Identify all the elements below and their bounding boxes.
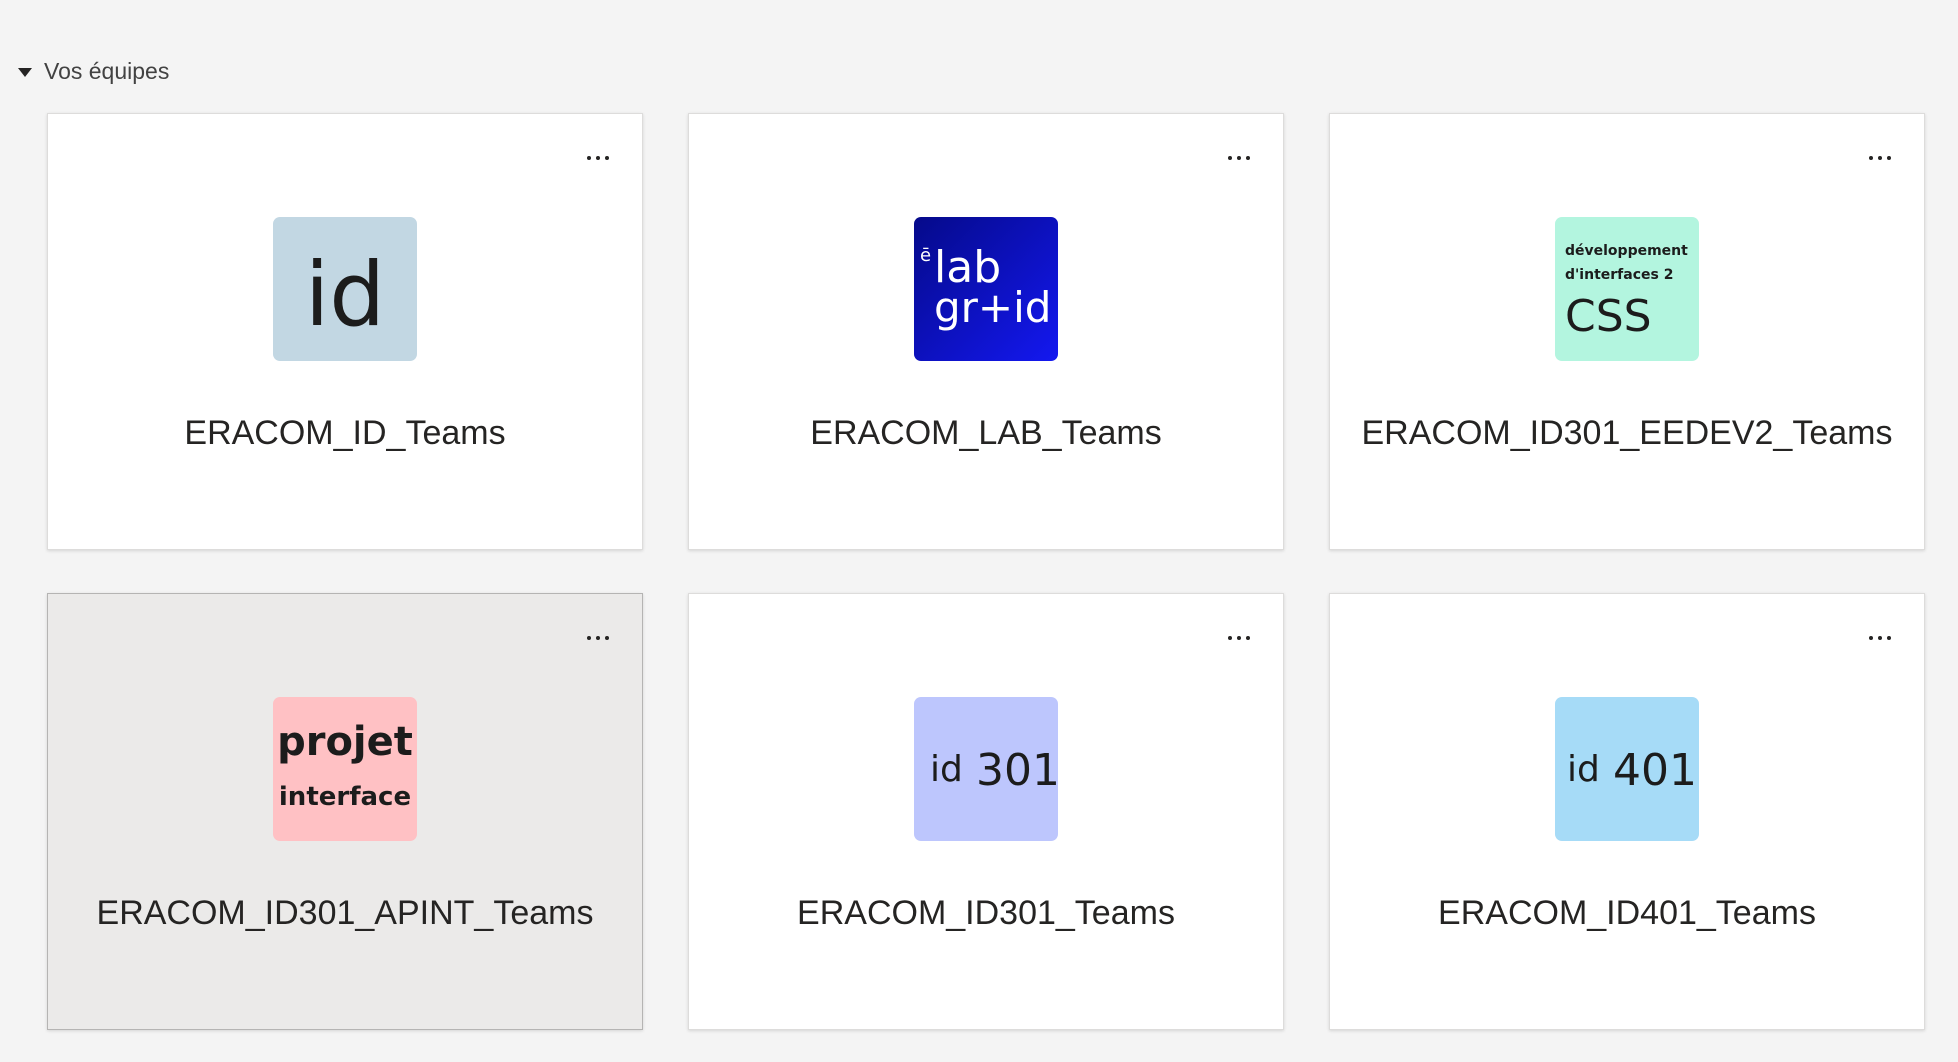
more-options-button[interactable] bbox=[1860, 138, 1900, 178]
more-options-button[interactable] bbox=[578, 618, 618, 658]
team-card[interactable]: développement d'interfaces 2 CSS ERACOM_… bbox=[1329, 113, 1925, 550]
team-name: ERACOM_ID401_Teams bbox=[1438, 894, 1816, 932]
team-card[interactable]: id 401 ERACOM_ID401_Teams bbox=[1329, 593, 1925, 1030]
team-name: ERACOM_ID_Teams bbox=[184, 414, 506, 452]
more-options-button[interactable] bbox=[1219, 618, 1259, 658]
svg-text:id: id bbox=[1567, 749, 1600, 790]
team-card[interactable]: id 301 ERACOM_ID301_Teams bbox=[688, 593, 1284, 1030]
more-options-icon bbox=[1228, 636, 1232, 640]
more-options-icon bbox=[587, 636, 591, 640]
team-name: ERACOM_ID301_EEDEV2_Teams bbox=[1361, 414, 1893, 452]
svg-text:projet: projet bbox=[277, 719, 413, 765]
css-logo: développement d'interfaces 2 CSS bbox=[1555, 217, 1699, 361]
lab-grid-logo: ē lab gr+id bbox=[914, 217, 1058, 361]
svg-text:401: 401 bbox=[1613, 745, 1697, 796]
svg-text:d'interfaces 2: d'interfaces 2 bbox=[1565, 267, 1673, 283]
team-name: ERACOM_ID301_Teams bbox=[797, 894, 1175, 932]
teams-grid: id ERACOM_ID_Teams ē lab gr+id ERACOM_LA… bbox=[47, 113, 1925, 1030]
team-card[interactable]: projet interface ERACOM_ID301_APINT_Team… bbox=[47, 593, 643, 1030]
svg-text:gr+id: gr+id bbox=[934, 283, 1051, 332]
team-name: ERACOM_LAB_Teams bbox=[810, 414, 1162, 452]
teams-section-header[interactable]: Vos équipes bbox=[18, 58, 169, 85]
more-options-button[interactable] bbox=[1860, 618, 1900, 658]
more-options-icon bbox=[587, 156, 591, 160]
id301-logo: id 301 bbox=[914, 697, 1058, 841]
more-options-button[interactable] bbox=[578, 138, 618, 178]
more-options-button[interactable] bbox=[1219, 138, 1259, 178]
svg-text:301: 301 bbox=[976, 745, 1058, 796]
svg-text:CSS: CSS bbox=[1565, 291, 1652, 342]
caret-down-icon bbox=[18, 68, 32, 77]
more-options-icon bbox=[1869, 156, 1873, 160]
id401-logo: id 401 bbox=[1555, 697, 1699, 841]
id-logo: id bbox=[273, 217, 417, 361]
svg-text:ē: ē bbox=[920, 245, 931, 266]
projet-interface-logo: projet interface bbox=[273, 697, 417, 841]
svg-text:interface: interface bbox=[279, 782, 411, 812]
svg-text:développement: développement bbox=[1565, 243, 1688, 259]
section-title: Vos équipes bbox=[44, 58, 170, 84]
svg-text:id: id bbox=[305, 243, 385, 346]
more-options-icon bbox=[1869, 636, 1873, 640]
svg-text:id: id bbox=[930, 749, 963, 790]
team-card[interactable]: id ERACOM_ID_Teams bbox=[47, 113, 643, 550]
team-name: ERACOM_ID301_APINT_Teams bbox=[96, 894, 594, 932]
more-options-icon bbox=[1228, 156, 1232, 160]
team-card[interactable]: ē lab gr+id ERACOM_LAB_Teams bbox=[688, 113, 1284, 550]
